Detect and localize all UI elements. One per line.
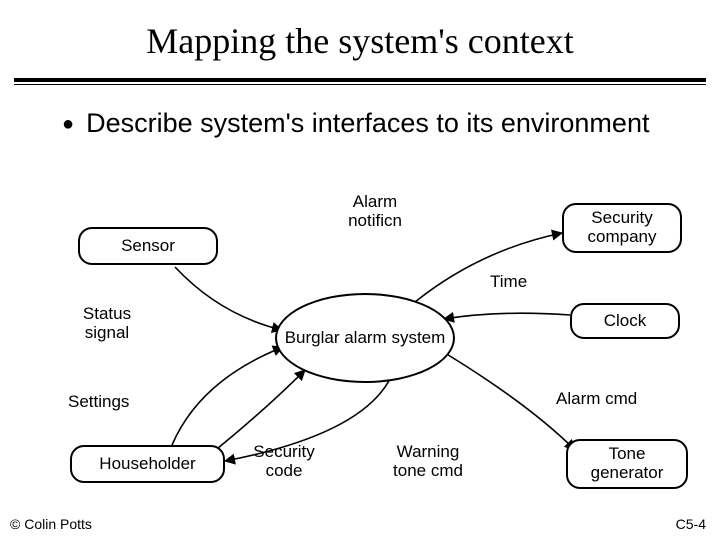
bullet-text: Describe system's interfaces to its envi… xyxy=(86,107,649,139)
label-alarm-cmd: Alarm cmd xyxy=(556,390,637,409)
label-security-code: Security code xyxy=(244,443,324,480)
label-warning-tone-cmd: Warning tone cmd xyxy=(378,443,478,480)
context-diagram: Sensor Security company Clock Tone gener… xyxy=(0,195,720,495)
label-settings: Settings xyxy=(68,393,129,412)
node-householder: Householder xyxy=(70,445,225,483)
label-time: Time xyxy=(490,273,527,292)
node-sensor: Sensor xyxy=(78,227,218,265)
page-title: Mapping the system's context xyxy=(0,0,720,72)
label-alarm-notificn: Alarm notificn xyxy=(330,193,420,230)
label-status-signal: Status signal xyxy=(72,305,142,342)
node-security-company: Security company xyxy=(562,203,682,253)
bullet-icon: ● xyxy=(62,112,74,136)
footer-page-number: C5-4 xyxy=(676,516,706,532)
footer-copyright: © Colin Potts xyxy=(10,516,92,532)
divider xyxy=(0,78,720,85)
bullet-item: ● Describe system's interfaces to its en… xyxy=(0,103,720,149)
node-center-system: Burglar alarm system xyxy=(275,293,455,383)
node-tone-generator: Tone generator xyxy=(566,439,688,489)
node-clock: Clock xyxy=(570,303,680,339)
